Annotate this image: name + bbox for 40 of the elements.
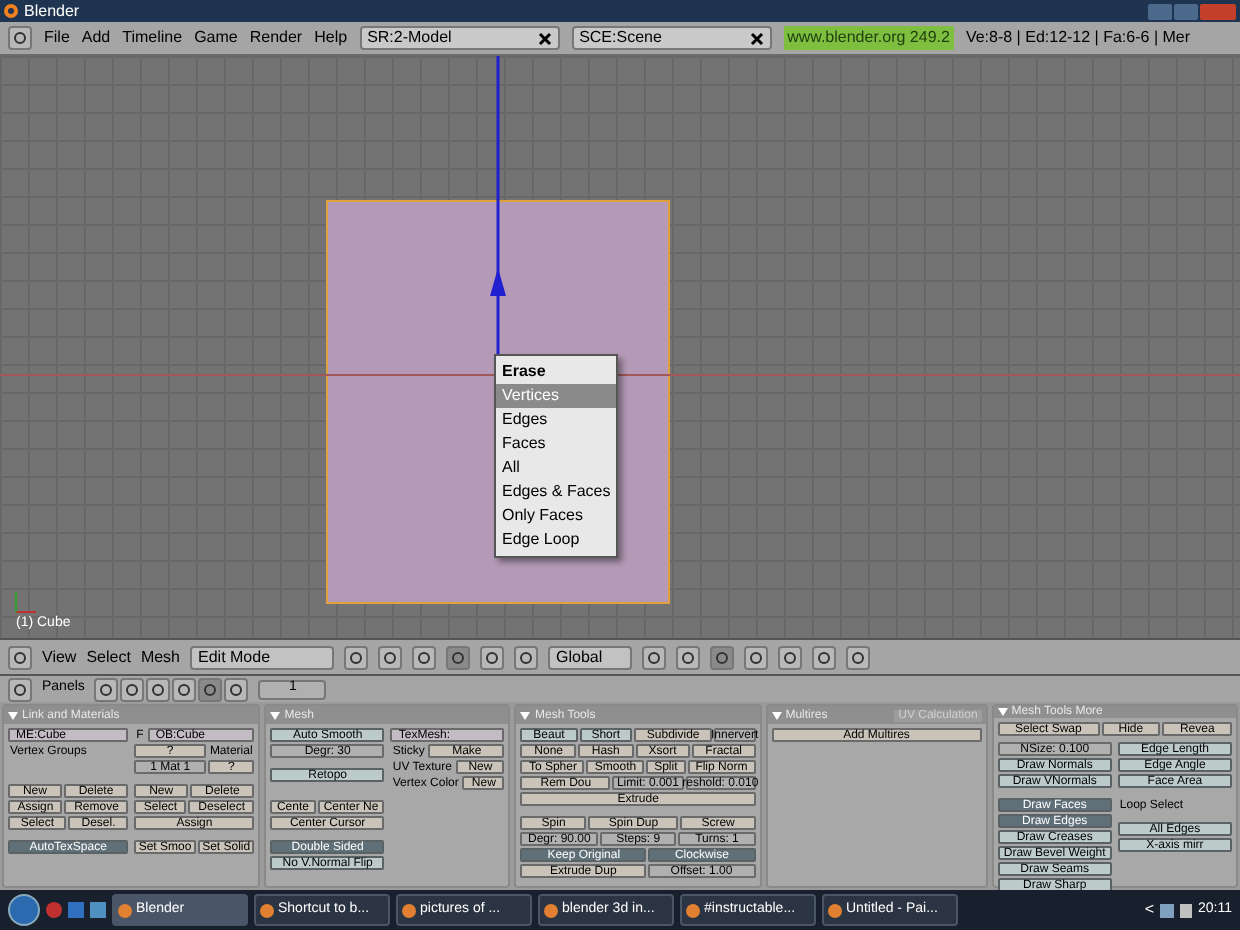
menu-title: Erase [500, 360, 548, 384]
version-link[interactable]: www.blender.org 249.2 [783, 26, 954, 50]
menu-item[interactable]: Help [314, 26, 348, 50]
screen-field[interactable]: SR:2-Model [359, 26, 560, 50]
collapse-icon[interactable] [997, 708, 1008, 716]
menu-item[interactable]: Render [249, 26, 303, 50]
app-icon [828, 903, 842, 917]
menu-item[interactable]: Edge Loop [496, 528, 616, 552]
collapse-icon[interactable] [520, 711, 531, 719]
collapse-icon[interactable] [771, 711, 782, 719]
menu-item[interactable]: Game [194, 26, 238, 50]
app-icon [402, 903, 416, 917]
menu-item[interactable]: Mesh [140, 645, 180, 669]
start-button[interactable] [8, 894, 40, 926]
menu-item[interactable]: Add [81, 26, 111, 50]
orientation-dropdown[interactable]: Global [548, 645, 632, 669]
collapse-icon[interactable] [8, 711, 18, 719]
collapse-icon[interactable] [270, 711, 281, 719]
app-icon [686, 903, 700, 917]
axes-icon [12, 588, 40, 616]
close-icon[interactable] [749, 31, 764, 45]
menu-item[interactable]: View [42, 645, 77, 669]
menu-item[interactable]: Only Faces [496, 504, 616, 528]
window-title: Blender [24, 3, 80, 19]
close-icon[interactable] [537, 31, 552, 45]
tray-arrow[interactable]: < [1144, 898, 1154, 922]
menu-item[interactable]: Edges & Faces [496, 480, 616, 504]
app-icon [118, 903, 132, 917]
menu-item[interactable]: Faces [496, 432, 616, 456]
app-icon [260, 903, 274, 917]
mode-dropdown[interactable]: Edit Mode [190, 645, 334, 669]
menu-item[interactable]: Timeline [122, 26, 183, 50]
blender-logo-icon [4, 4, 18, 18]
menu-item[interactable]: Edges [496, 408, 616, 432]
scene-stats: Ve:8-8 | Ed:12-12 | Fa:6-6 | Mer [965, 26, 1191, 50]
scene-field[interactable]: SCE:Scene [571, 26, 772, 50]
menu-item[interactable]: All [496, 456, 616, 480]
menu-item[interactable]: File [44, 26, 70, 50]
app-icon [544, 903, 558, 917]
menu-item[interactable]: Select [86, 645, 131, 669]
